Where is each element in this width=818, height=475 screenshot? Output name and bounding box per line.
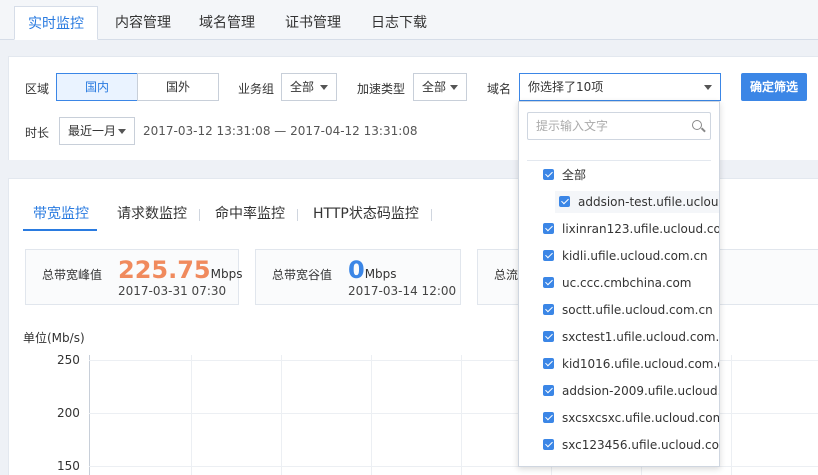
chart-gridline [191, 355, 192, 475]
tab-http-status-monitor[interactable]: HTTP状态码监控 [313, 203, 419, 231]
accel-type-select[interactable]: 全部 [413, 73, 467, 101]
domain-select[interactable]: 你选择了10项 [519, 73, 721, 101]
stat-peak-bandwidth: 总带宽峰值 225.75Mbps 2017-03-31 07:30 [25, 249, 242, 305]
top-tab-bar: 实时监控 内容管理 域名管理 证书管理 日志下载 [0, 0, 818, 40]
tab-certificate-management[interactable]: 证书管理 [276, 6, 350, 40]
domain-option[interactable]: sxc123456.ufile.ucloud.com [543, 435, 720, 455]
tab-content-management[interactable]: 内容管理 [106, 6, 180, 40]
y-tick: 200 [57, 406, 80, 420]
stat-label: 总流 [494, 268, 519, 282]
domain-option[interactable]: sxctest1.ufile.ucloud.com.cn [543, 327, 720, 347]
biz-group-label: 业务组 [238, 82, 275, 96]
tab-divider [297, 209, 298, 221]
chart-unit-label: 单位(Mb/s) [23, 331, 85, 345]
region-overseas-button[interactable]: 国外 [137, 73, 219, 101]
region-label: 区域 [25, 82, 50, 96]
tab-bandwidth-monitor[interactable]: 带宽监控 [23, 203, 97, 231]
domain-select-value: 你选择了10项 [528, 80, 604, 94]
checkbox-checked-icon [543, 358, 554, 369]
domain-option[interactable]: addsion-2009.ufile.ucloud.cn [543, 381, 720, 401]
stat-time: 2017-03-14 12:00 [348, 284, 457, 298]
checkbox-checked-icon [543, 250, 554, 261]
chart-gridline [371, 355, 372, 475]
option-label: soctt.ufile.ucloud.com.cn [562, 303, 713, 317]
domain-option[interactable]: lixinran123.ufile.ucloud.com [543, 219, 720, 239]
search-icon [692, 120, 702, 130]
domain-label: 域名 [487, 82, 512, 96]
option-label: kid1016.ufile.ucloud.com.cn [562, 357, 720, 371]
domain-option-all[interactable]: 全部 [543, 165, 586, 185]
checkbox-checked-icon [543, 169, 554, 180]
chevron-down-icon [704, 85, 712, 90]
stat-label: 总带宽峰值 [42, 268, 103, 282]
checkbox-checked-icon [543, 385, 554, 396]
accel-type-label: 加速类型 [357, 82, 406, 96]
y-tick: 250 [57, 353, 80, 367]
option-label: uc.ccc.cmbchina.com [562, 276, 692, 290]
tab-log-download[interactable]: 日志下载 [362, 6, 436, 40]
domain-option[interactable]: addsion-test.ufile.ucloud.cn [559, 192, 719, 212]
biz-group-value: 全部 [290, 80, 315, 94]
domain-option[interactable]: kid1016.ufile.ucloud.com.cn [543, 354, 720, 374]
duration-select[interactable]: 最近一月 [59, 117, 135, 145]
accel-type-value: 全部 [422, 80, 447, 94]
chart-y-axis [89, 355, 90, 475]
option-label: sxc123456.ufile.ucloud.com [562, 438, 720, 452]
stat-number: 225.75 [118, 256, 211, 284]
checkbox-checked-icon [543, 412, 554, 423]
tab-realtime-monitor[interactable]: 实时监控 [14, 6, 98, 40]
stat-time: 2017-03-31 07:30 [118, 284, 227, 298]
chart-gridline [731, 355, 732, 475]
option-label: addsion-test.ufile.ucloud.cn [578, 195, 719, 209]
stat-value: 0Mbps [348, 256, 397, 284]
stat-number: 0 [348, 256, 365, 284]
option-label: 全部 [562, 168, 587, 182]
checkbox-checked-icon [543, 277, 554, 288]
tab-request-monitor[interactable]: 请求数监控 [117, 203, 187, 231]
stat-valley-bandwidth: 总带宽谷值 0Mbps 2017-03-14 12:00 [255, 249, 461, 305]
domain-option[interactable]: uc.ccc.cmbchina.com [543, 273, 691, 293]
search-placeholder: 提示输入文字 [536, 119, 609, 133]
biz-group-select[interactable]: 全部 [281, 73, 337, 101]
stat-label: 总带宽谷值 [272, 268, 333, 282]
checkbox-checked-icon [543, 439, 554, 450]
stat-unit: Mbps [210, 267, 243, 281]
stat-unit: Mbps [364, 267, 397, 281]
checkbox-checked-icon [559, 196, 570, 207]
duration-value: 最近一月 [68, 124, 117, 138]
checkbox-checked-icon [543, 331, 554, 342]
option-label: lixinran123.ufile.ucloud.com [562, 222, 720, 236]
domain-option[interactable]: soctt.ufile.ucloud.com.cn [543, 300, 713, 320]
duration-label: 时长 [25, 126, 50, 140]
option-label: addsion-2009.ufile.ucloud.cn [562, 384, 720, 398]
y-tick: 150 [57, 459, 80, 473]
region-domestic-button[interactable]: 国内 [56, 73, 138, 101]
checkbox-checked-icon [543, 223, 554, 234]
domain-option[interactable]: kidli.ufile.ucloud.com.cn [543, 246, 708, 266]
chart-gridline [281, 355, 282, 475]
confirm-filter-button[interactable]: 确定筛选 [741, 73, 807, 101]
tab-divider [431, 209, 432, 221]
domain-dropdown: 提示输入文字 全部 addsion-test.ufile.ucloud.cn l… [518, 101, 720, 467]
stat-value: 225.75Mbps [118, 256, 242, 284]
domain-option[interactable]: sxcsxcsxc.ufile.ucloud.com [543, 408, 720, 428]
tab-hitrate-monitor[interactable]: 命中率监控 [215, 203, 285, 231]
date-range-text: 2017-03-12 13:31:08 — 2017-04-12 13:31:0… [143, 124, 418, 138]
checkbox-checked-icon [543, 304, 554, 315]
chart-gridline [461, 355, 462, 475]
chevron-down-icon [118, 129, 126, 134]
option-label: sxcsxcsxc.ufile.ucloud.com [562, 411, 720, 425]
domain-search-input[interactable]: 提示输入文字 [527, 112, 711, 140]
dropdown-divider [527, 160, 711, 161]
chevron-down-icon [320, 85, 328, 90]
chevron-down-icon [450, 85, 458, 90]
option-label: sxctest1.ufile.ucloud.com.cn [562, 330, 720, 344]
option-label: kidli.ufile.ucloud.com.cn [562, 249, 708, 263]
tab-domain-management[interactable]: 域名管理 [190, 6, 264, 40]
tab-divider [199, 209, 200, 221]
